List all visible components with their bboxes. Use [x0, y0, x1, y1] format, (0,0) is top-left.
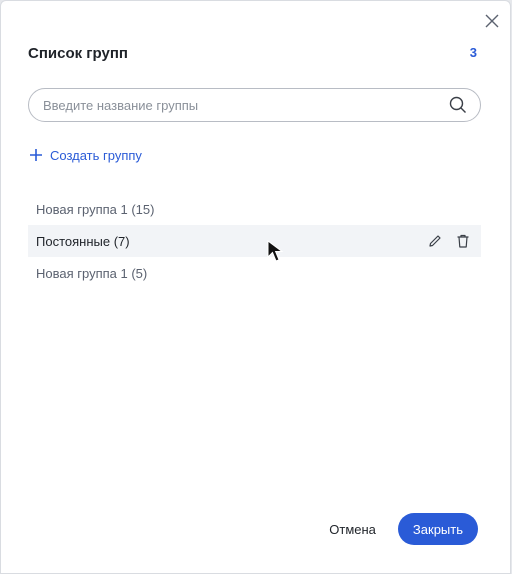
group-label: Новая группа 1 (5): [36, 265, 148, 281]
group-count: 3: [469, 45, 477, 60]
create-group-button[interactable]: Создать группу: [28, 147, 142, 163]
search-icon[interactable]: [448, 95, 468, 115]
group-list: Новая группа 1 (15) Постоянные (7) Новая…: [28, 193, 481, 289]
row-actions: [427, 233, 471, 249]
search-input[interactable]: [29, 89, 448, 121]
list-item[interactable]: Постоянные (7): [28, 225, 481, 257]
create-group-label: Создать группу: [50, 147, 142, 163]
dialog-footer: Отмена Закрыть: [329, 513, 478, 545]
search-box: [28, 88, 481, 122]
group-label: Новая группа 1 (15): [36, 201, 155, 217]
close-button[interactable]: Закрыть: [397, 513, 478, 545]
mouse-cursor-icon: [267, 240, 289, 264]
groups-dialog: Список групп 3 Создать группу Новая груп…: [0, 0, 511, 574]
group-label: Постоянные (7): [36, 233, 130, 249]
close-icon[interactable]: [482, 11, 502, 31]
cancel-button[interactable]: Отмена: [329, 522, 376, 537]
pencil-icon[interactable]: [427, 233, 443, 249]
list-item[interactable]: Новая группа 1 (15): [28, 193, 481, 225]
plus-icon: [28, 147, 44, 163]
list-item[interactable]: Новая группа 1 (5): [28, 257, 481, 289]
trash-icon[interactable]: [455, 233, 471, 249]
dialog-title: Список групп: [28, 45, 128, 62]
